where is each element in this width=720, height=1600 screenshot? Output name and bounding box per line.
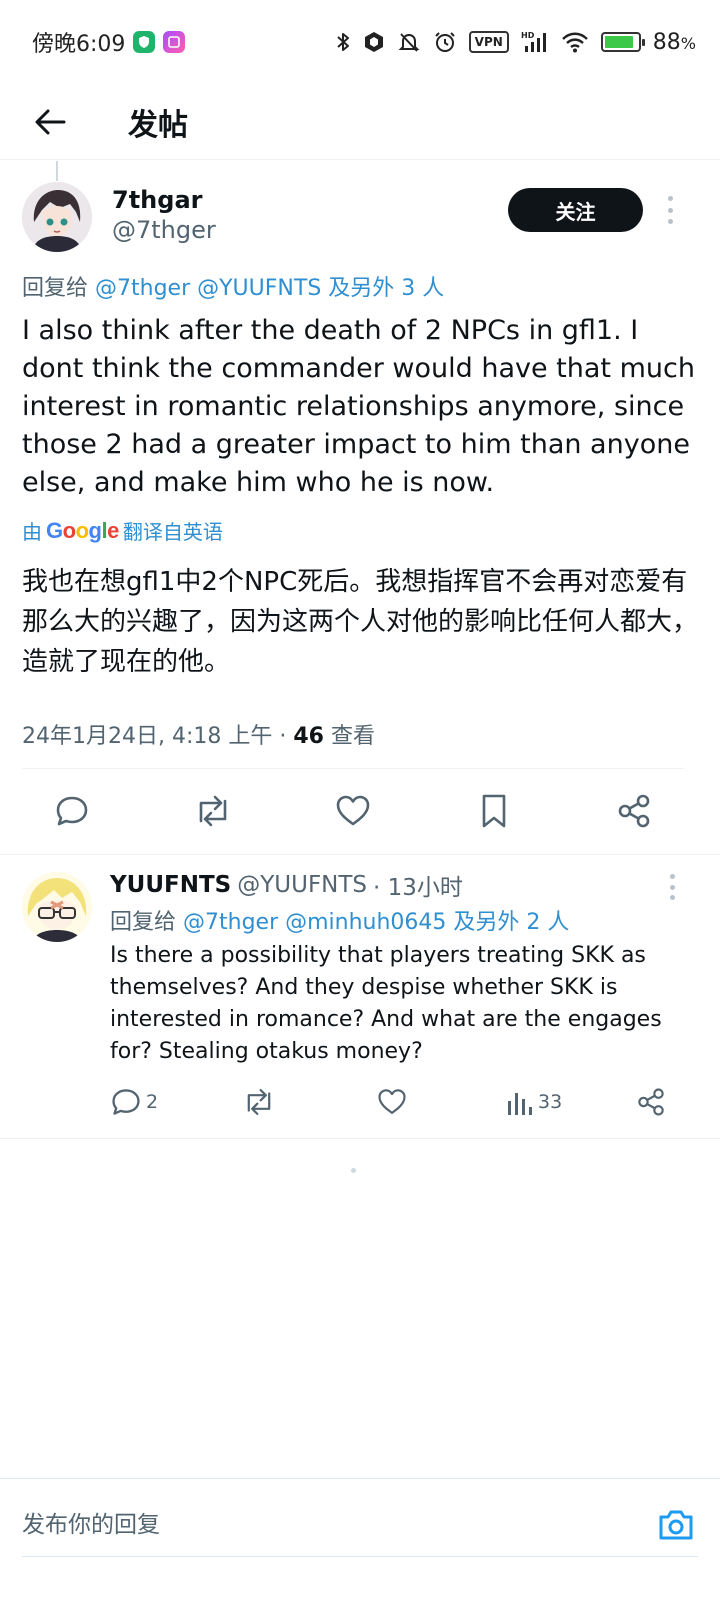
retweet-icon	[199, 795, 226, 827]
loading-indicator	[351, 1168, 356, 1173]
camera-icon	[659, 1510, 693, 1539]
share-icon	[638, 1088, 664, 1116]
author-display-name[interactable]: 7thgar	[112, 186, 202, 214]
reply-views-button[interactable]: 33	[506, 1080, 562, 1124]
gallery-app-icon	[163, 31, 186, 53]
bottom-divider	[22, 1556, 698, 1557]
retweet-button[interactable]	[191, 789, 235, 833]
translated-tweet-text: 我也在想gfl1中2个NPC死后。我想指挥官不会再对恋爱有那么大的兴趣了，因为这…	[22, 567, 699, 677]
share-button[interactable]	[612, 789, 656, 833]
reply-button[interactable]	[50, 789, 94, 833]
share-icon	[618, 794, 650, 828]
reply-tweet-text: Is there a possibility that players trea…	[110, 943, 662, 1064]
reply-author-name[interactable]: YUUFNTS	[110, 872, 231, 898]
battery-percent: 88%	[652, 29, 696, 55]
retweet-icon	[247, 1088, 271, 1116]
translate-suffix-label: 翻译自英语	[122, 520, 223, 544]
status-bar: 傍晚6:09 VPN HD 88%	[0, 0, 720, 84]
view-count: 46	[293, 724, 324, 749]
reply-retweet-button[interactable]	[242, 1080, 276, 1124]
back-button[interactable]	[20, 92, 80, 152]
hexagon-app-icon	[364, 32, 383, 52]
replying-to-line: 回复给 @7thger @YUUFNTS 及另外 3 人	[22, 270, 444, 302]
reply-count: 2	[146, 1091, 159, 1113]
reply-replying-to-mentions[interactable]: @7thger @minhuh0645 及另外 2 人	[183, 910, 569, 935]
tweet-meta: 24年1月24日, 4:18 上午 · 46 查看	[22, 718, 375, 750]
page-title: 发帖	[128, 107, 188, 143]
status-right: VPN HD 88%	[335, 30, 696, 55]
camera-button[interactable]	[654, 1503, 698, 1547]
bookmark-icon	[482, 794, 505, 828]
reply-share-button[interactable]	[636, 1080, 666, 1124]
google-logo: Google	[46, 517, 119, 543]
bookmark-button[interactable]	[472, 789, 516, 833]
reply-header: YUUFNTS @YUUFNTS · 13小时	[110, 868, 463, 902]
arrow-left-icon	[35, 109, 66, 134]
author-handle[interactable]: @7thger	[112, 216, 216, 244]
vpn-indicator: VPN	[468, 31, 509, 53]
reply-more-options-icon[interactable]	[662, 874, 682, 900]
cellular-signal-icon: HD	[521, 31, 546, 52]
view-label: 查看	[323, 724, 375, 749]
mute-bell-icon	[398, 33, 420, 52]
translate-by-label: 由	[22, 520, 42, 544]
more-options-icon[interactable]	[660, 196, 680, 224]
tweet-action-bar	[22, 768, 682, 854]
reply-icon	[112, 1089, 140, 1115]
wifi-icon	[561, 32, 588, 53]
reply-author-avatar[interactable]	[22, 872, 92, 942]
battery-icon	[600, 32, 645, 52]
reply-time: · 13小时	[373, 875, 463, 901]
app-bar: 发帖	[0, 84, 720, 160]
replying-to-prefix: 回复给	[22, 276, 89, 301]
shield-app-icon	[133, 31, 156, 53]
reply-icon	[56, 796, 88, 826]
reply-like-button[interactable]	[376, 1080, 408, 1124]
reply-action-bar: 2 33	[110, 1080, 680, 1124]
heart-icon	[378, 1089, 406, 1114]
translation-attribution[interactable]: 由 Google 翻译自英语	[22, 516, 223, 545]
reply-replying-to-prefix: 回复给	[110, 910, 177, 935]
reply-view-count: 33	[538, 1091, 563, 1113]
bluetooth-icon	[337, 33, 349, 51]
status-time: 傍晚6:09	[32, 32, 126, 57]
like-button[interactable]	[331, 789, 375, 833]
status-left: 傍晚6:09	[32, 26, 186, 58]
section-divider	[0, 1138, 720, 1139]
analytics-icon	[508, 1093, 532, 1115]
reply-reply-button[interactable]: 2	[110, 1080, 158, 1124]
heart-icon	[336, 795, 370, 826]
svg-text:HD: HD	[521, 31, 535, 40]
author-avatar[interactable]	[22, 182, 92, 252]
reply-author-handle[interactable]: @YUUFNTS	[237, 872, 367, 898]
reply-compose-input[interactable]	[22, 1511, 654, 1538]
follow-button[interactable]: 关注	[508, 188, 643, 232]
alarm-icon	[434, 32, 455, 52]
thread-connector-line	[56, 161, 58, 181]
tweet-timestamp[interactable]: 24年1月24日, 4:18 上午 ·	[22, 724, 293, 749]
section-divider	[0, 854, 720, 855]
tweet-text: I also think after the death of 2 NPCs i…	[22, 315, 695, 498]
reply-replying-to-line: 回复给 @7thger @minhuh0645 及另外 2 人	[110, 904, 569, 936]
replying-to-mentions[interactable]: @7thger @YUUFNTS 及另外 3 人	[95, 276, 444, 301]
